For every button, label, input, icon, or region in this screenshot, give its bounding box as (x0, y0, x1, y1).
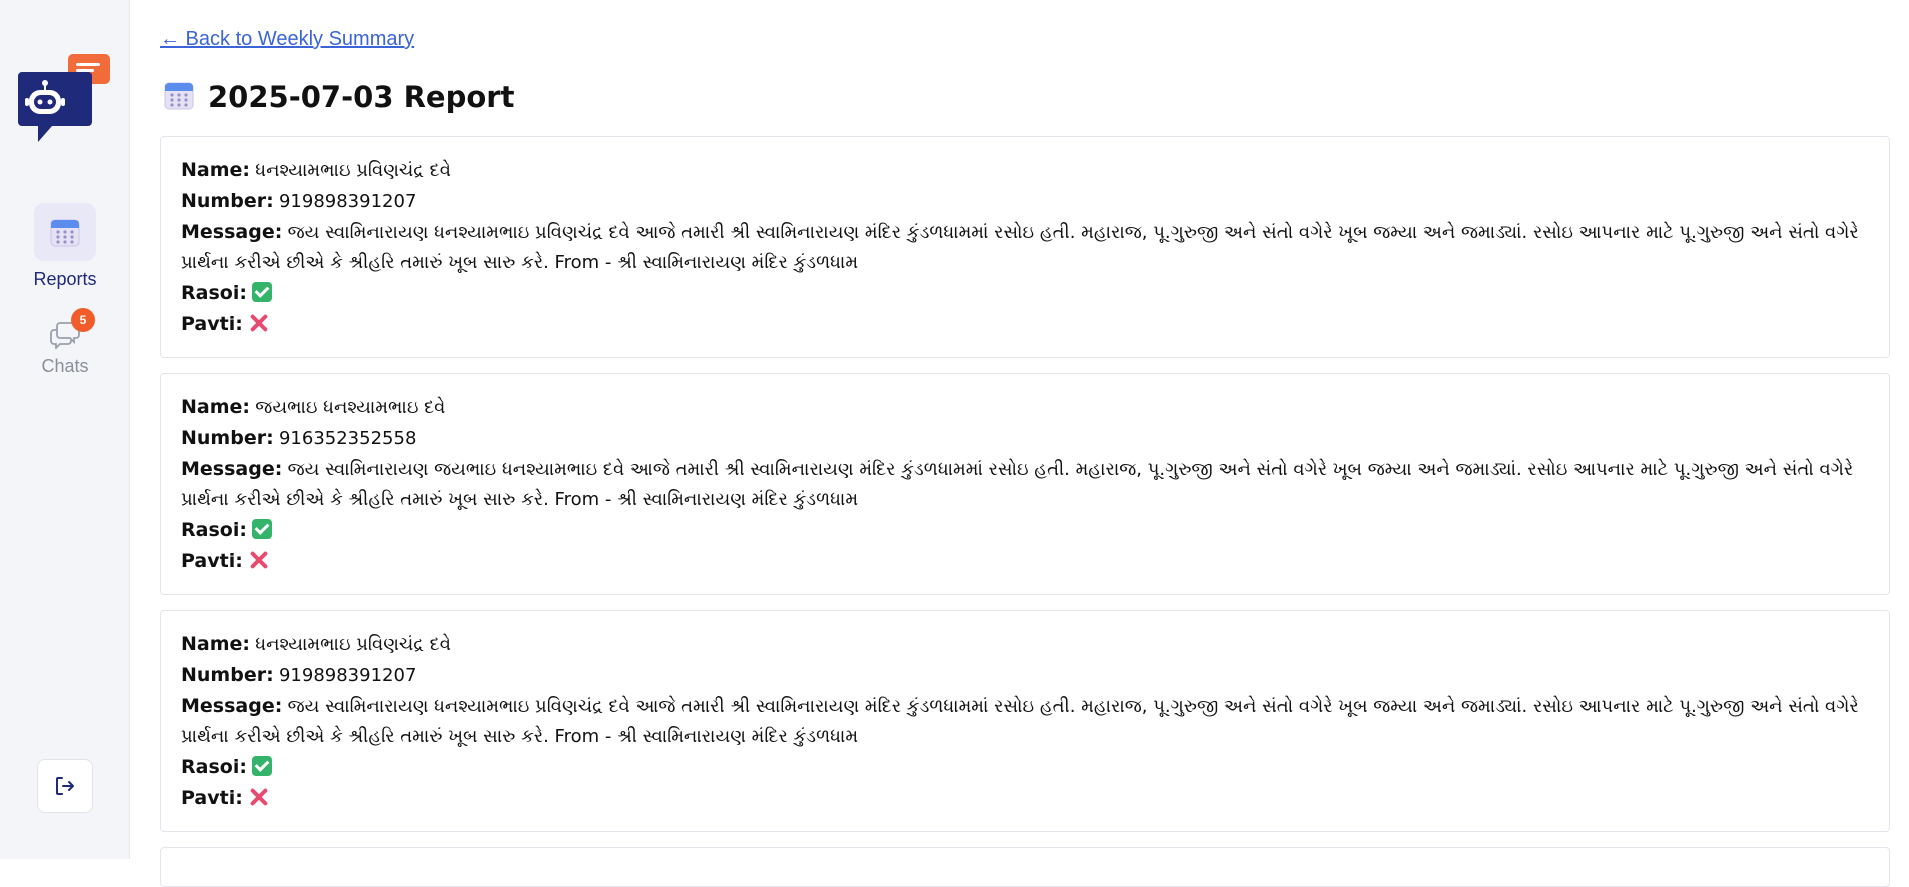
name-value: ધનશ્યામભાઇ પ્રવિણચંદ્ર દવે (255, 634, 451, 655)
name-label: Name: (181, 159, 251, 181)
calendar-icon (34, 203, 96, 261)
pavti-row: Pavti: (181, 309, 1869, 340)
name-label: Name: (181, 396, 251, 418)
message-value: જય સ્વામિનારાયણ જયભાઇ ધનશ્યામભાઇ દવે આજે… (181, 459, 1854, 510)
rasoi-row: Rasoi: (181, 752, 1869, 783)
pavti-row: Pavti: (181, 546, 1869, 577)
message-row: Message: જય સ્વામિનારાયણ ધનશ્યામભાઇ પ્રવ… (181, 217, 1869, 278)
sidebar-item-chats[interactable]: 5 Chats (0, 308, 130, 377)
rasoi-label: Rasoi: (181, 282, 247, 304)
report-card: Name: ધનશ્યામભાઇ પ્રવિણચંદ્ર દવે Number:… (160, 610, 1890, 832)
pavti-row: Pavti: (181, 783, 1869, 814)
sidebar-item-label: Chats (41, 356, 89, 376)
number-value: 919898391207 (278, 665, 417, 686)
number-value: 916352352558 (278, 428, 417, 449)
name-row: Name: ધનશ્યામભાઇ પ્રવિણચંદ્ર દવે (181, 629, 1869, 660)
number-label: Number: (181, 664, 274, 686)
name-row: Name: જયભાઇ ધનશ્યામભાઇ દવે (181, 392, 1869, 423)
message-label: Message: (181, 695, 283, 717)
page-title: 2025-07-03 Report (208, 80, 515, 114)
check-mark-icon (252, 282, 273, 302)
report-card: Name: ધનશ્યામભાઇ પ્રવિણચંદ્ર દવે Number:… (160, 136, 1890, 358)
number-value: 919898391207 (278, 191, 417, 212)
rasoi-label: Rasoi: (181, 756, 247, 778)
sidebar-item-label: Reports (33, 269, 97, 289)
page-header: 2025-07-03 Report (164, 78, 514, 116)
rasoi-row: Rasoi: (181, 278, 1869, 309)
name-value: જયભાઇ ધનશ્યામભાઇ દવે (255, 397, 446, 418)
message-row: Message: જય સ્વામિનારાયણ જયભાઇ ધનશ્યામભા… (181, 454, 1869, 515)
number-row: Number: 919898391207 (181, 186, 1869, 217)
logout-button[interactable] (37, 759, 93, 813)
pavti-label: Pavti: (181, 787, 243, 809)
check-mark-icon (252, 756, 273, 776)
number-label: Number: (181, 427, 274, 449)
back-to-weekly-summary-link[interactable]: ← Back to Weekly Summary (160, 28, 414, 51)
cross-mark-icon (248, 786, 270, 808)
name-row: Name: ધનશ્યામભાઇ પ્રવિણચંદ્ર દવે (181, 155, 1869, 186)
message-label: Message: (181, 458, 283, 480)
main-content: ← Back to Weekly Summary 2025-07-03 Repo… (160, 0, 1890, 887)
sidebar: Reports 5 Chats (0, 0, 130, 859)
name-value: ધનશ્યામભાઇ પ્રવિણચંદ્ર દવે (255, 160, 451, 181)
name-label: Name: (181, 633, 251, 655)
report-card: Name: જયભાઇ ધનશ્યામભાઇ દવે Number: 91635… (160, 373, 1890, 595)
cross-mark-icon (248, 549, 270, 571)
rasoi-label: Rasoi: (181, 519, 247, 541)
number-label: Number: (181, 190, 274, 212)
sidebar-item-reports[interactable]: Reports (0, 203, 130, 290)
cross-mark-icon (248, 312, 270, 334)
number-row: Number: 919898391207 (181, 660, 1869, 691)
message-row: Message: જય સ્વામિનારાયણ ધનશ્યામભાઇ પ્રવ… (181, 691, 1869, 752)
unread-badge: 5 (71, 308, 95, 332)
rasoi-row: Rasoi: (181, 515, 1869, 546)
message-value: જય સ્વામિનારાયણ ધનશ્યામભાઇ પ્રવિણચંદ્ર દ… (181, 222, 1859, 273)
check-mark-icon (252, 519, 273, 539)
pavti-label: Pavti: (181, 313, 243, 335)
report-card (160, 847, 1890, 887)
message-label: Message: (181, 221, 283, 243)
calendar-icon (164, 80, 194, 114)
pavti-label: Pavti: (181, 550, 243, 572)
chatbot-logo-icon[interactable] (18, 54, 114, 146)
message-value: જય સ્વામિનારાયણ ધનશ્યામભાઇ પ્રવિણચંદ્ર દ… (181, 696, 1859, 747)
chat-bubbles-icon: 5 (47, 308, 95, 352)
number-row: Number: 916352352558 (181, 423, 1869, 454)
logout-icon (56, 777, 74, 795)
